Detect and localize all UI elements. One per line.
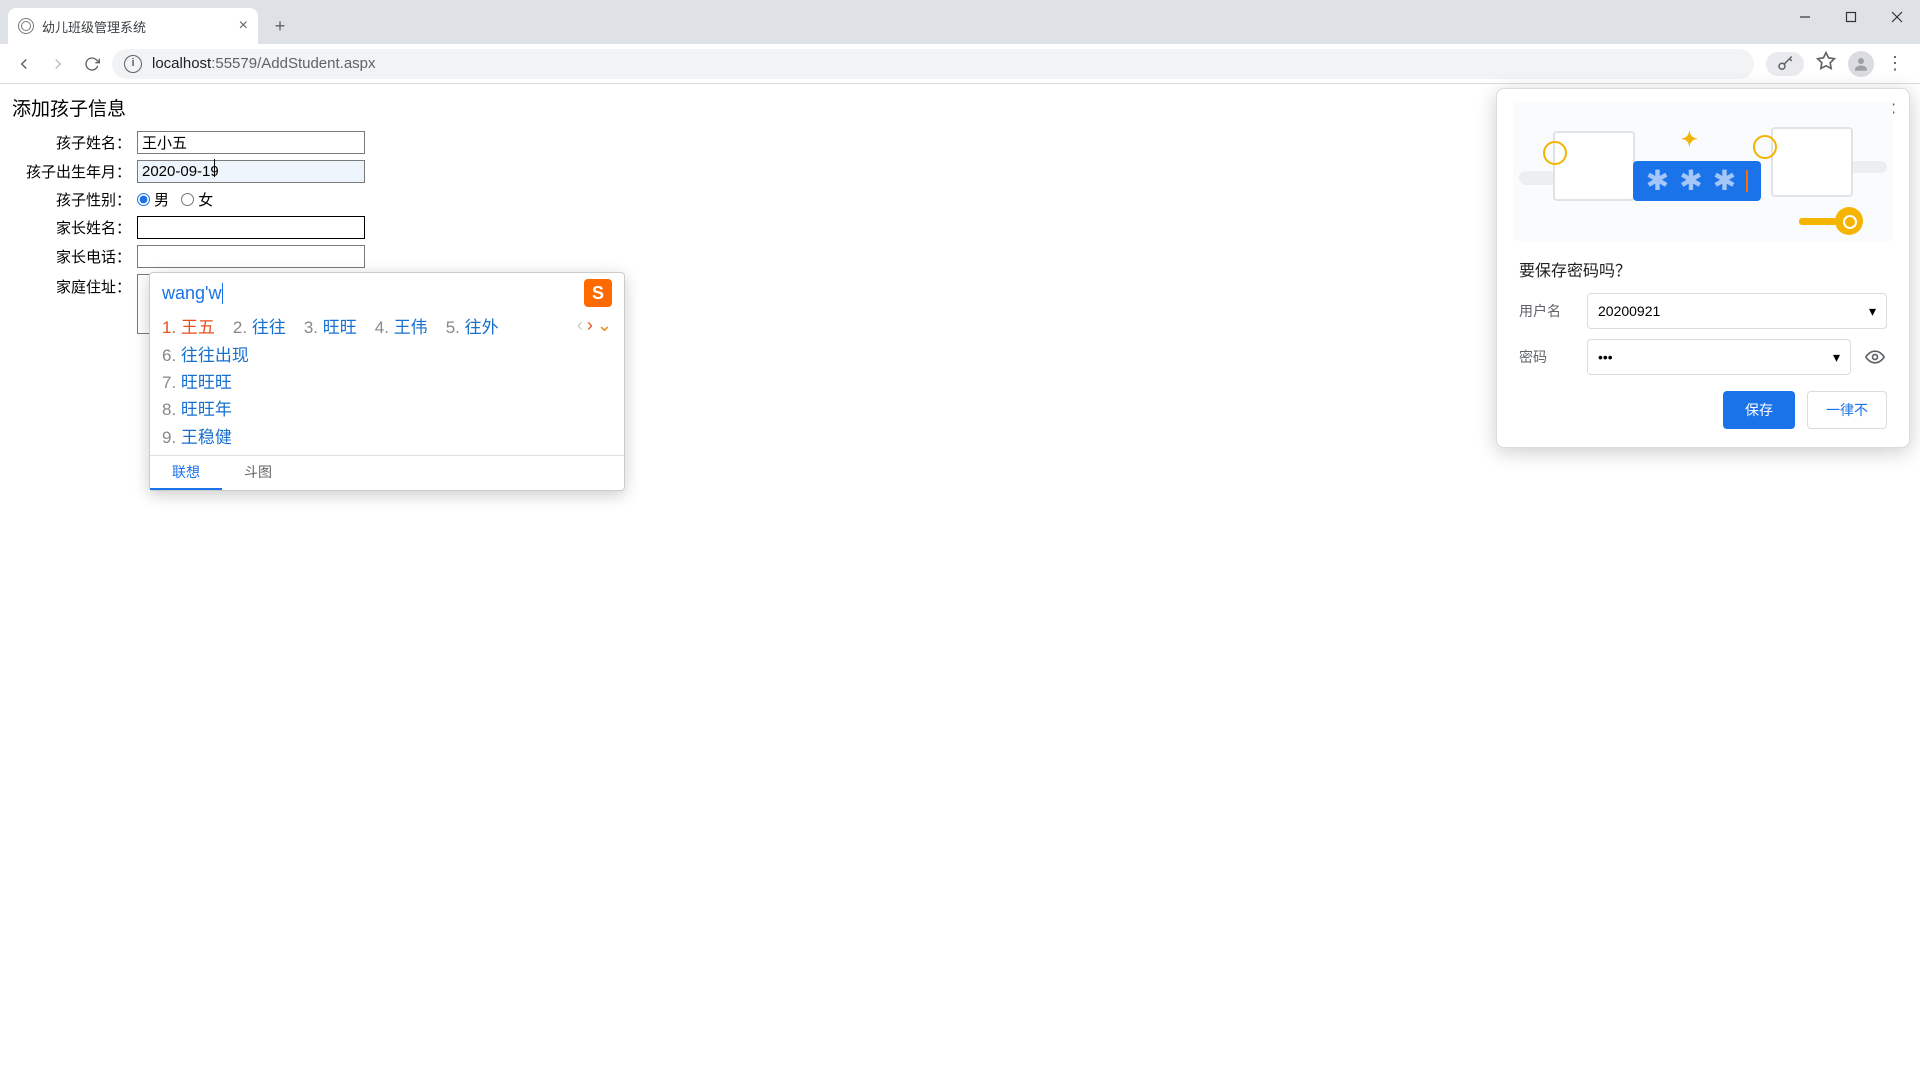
ime-candidates-row: 1. 王五 2. 往往 3. 旺旺 4. 王伟 5. 往外 ‹ › ⌄ xyxy=(150,309,624,342)
globe-icon xyxy=(18,18,34,34)
ime-candidate-4[interactable]: 4. 王伟 xyxy=(375,313,428,338)
url-text: localhost:55579/AddStudent.aspx xyxy=(152,55,376,72)
label-password: 密码 xyxy=(1519,347,1575,367)
new-tab-button[interactable]: + xyxy=(266,12,294,40)
label-address: 家庭住址： xyxy=(12,274,137,297)
ime-candidate-7[interactable]: 7. 旺旺旺 xyxy=(162,369,612,396)
saved-password-key-icon[interactable] xyxy=(1766,52,1804,76)
reveal-password-icon[interactable] xyxy=(1863,347,1887,367)
label-username: 用户名 xyxy=(1519,301,1575,321)
label-parent-phone: 家长电话： xyxy=(12,246,137,267)
maximize-button[interactable] xyxy=(1828,0,1874,34)
label-child-gender: 孩子性别： xyxy=(12,189,137,210)
label-child-name: 孩子姓名： xyxy=(12,132,137,153)
dialog-title: 要保存密码吗？ xyxy=(1519,257,1887,281)
browser-tabstrip: 幼儿班级管理系统 × + xyxy=(0,0,1920,44)
bookmark-star-icon[interactable] xyxy=(1816,51,1836,76)
ime-composition: wang'w xyxy=(162,283,223,304)
radio-gender-female[interactable] xyxy=(181,193,194,206)
label-gender-male: 男 xyxy=(154,189,169,210)
input-child-name[interactable] xyxy=(137,131,365,154)
input-child-dob[interactable] xyxy=(137,160,365,183)
select-password[interactable]: ••• ▾ xyxy=(1587,339,1851,375)
kebab-menu-icon[interactable]: ⋮ xyxy=(1886,53,1904,74)
ime-candidate-9[interactable]: 9. 王稳健 xyxy=(162,424,612,451)
ime-candidate-1[interactable]: 1. 王五 xyxy=(162,313,215,338)
label-parent-name: 家长姓名： xyxy=(12,217,137,238)
ime-tab-lianxiang[interactable]: 联想 xyxy=(150,456,222,490)
browser-tab[interactable]: 幼儿班级管理系统 × xyxy=(8,8,258,44)
save-password-dialog: ✕ ✦ ✱✱✱ 要保存密码吗？ 用户名 20200921 ▾ 密码 ••• ▾ xyxy=(1496,88,1910,448)
window-controls xyxy=(1782,0,1920,34)
toolbar-right: ⋮ xyxy=(1760,51,1910,77)
back-button[interactable] xyxy=(10,50,38,78)
ime-prev-page-icon[interactable]: ‹ xyxy=(577,315,583,336)
ime-candidate-5[interactable]: 5. 往外 xyxy=(446,313,499,338)
select-username[interactable]: 20200921 ▾ xyxy=(1587,293,1887,329)
radio-gender-male[interactable] xyxy=(137,193,150,206)
username-value: 20200921 xyxy=(1598,303,1660,319)
never-save-button[interactable]: 一律不 xyxy=(1807,391,1887,429)
address-bar[interactable]: i localhost:55579/AddStudent.aspx xyxy=(112,49,1754,79)
reload-button[interactable] xyxy=(78,50,106,78)
ime-candidate-8[interactable]: 8. 旺旺年 xyxy=(162,396,612,423)
dropdown-caret-icon: ▾ xyxy=(1869,303,1876,320)
close-window-button[interactable] xyxy=(1874,0,1920,34)
label-gender-female: 女 xyxy=(198,189,213,210)
site-info-icon[interactable]: i xyxy=(124,55,142,73)
ime-candidate-popup: wang'w S 1. 王五 2. 往往 3. 旺旺 4. 王伟 5. 往外 ‹… xyxy=(149,272,625,491)
ime-next-page-icon[interactable]: › xyxy=(587,315,593,336)
password-value: ••• xyxy=(1598,349,1613,365)
password-box-graphic: ✱✱✱ xyxy=(1633,161,1761,201)
input-parent-name[interactable] xyxy=(137,216,365,239)
password-illustration: ✦ ✱✱✱ xyxy=(1513,101,1893,241)
ime-tab-doutu[interactable]: 斗图 xyxy=(222,456,294,490)
key-icon xyxy=(1799,207,1863,237)
tab-title: 幼儿班级管理系统 xyxy=(42,17,146,36)
input-parent-phone[interactable] xyxy=(137,245,365,268)
dropdown-caret-icon: ▾ xyxy=(1833,349,1840,366)
ime-candidate-2[interactable]: 2. 往往 xyxy=(233,313,286,338)
ime-candidates-list: 6. 往往出现 7. 旺旺旺 8. 旺旺年 9. 王稳健 xyxy=(150,342,624,455)
label-child-dob: 孩子出生年月： xyxy=(12,161,137,182)
ime-expand-icon[interactable]: ⌄ xyxy=(597,315,612,336)
tab-close-icon[interactable]: × xyxy=(239,18,248,34)
forward-button[interactable] xyxy=(44,50,72,78)
profile-avatar-icon[interactable] xyxy=(1848,51,1874,77)
minimize-button[interactable] xyxy=(1782,0,1828,34)
ime-candidate-6[interactable]: 6. 往往出现 xyxy=(162,342,612,369)
ime-candidate-3[interactable]: 3. 旺旺 xyxy=(304,313,357,338)
sogou-logo-icon: S xyxy=(584,279,612,307)
browser-toolbar: i localhost:55579/AddStudent.aspx ⋮ xyxy=(0,44,1920,84)
save-password-button[interactable]: 保存 xyxy=(1723,391,1795,429)
